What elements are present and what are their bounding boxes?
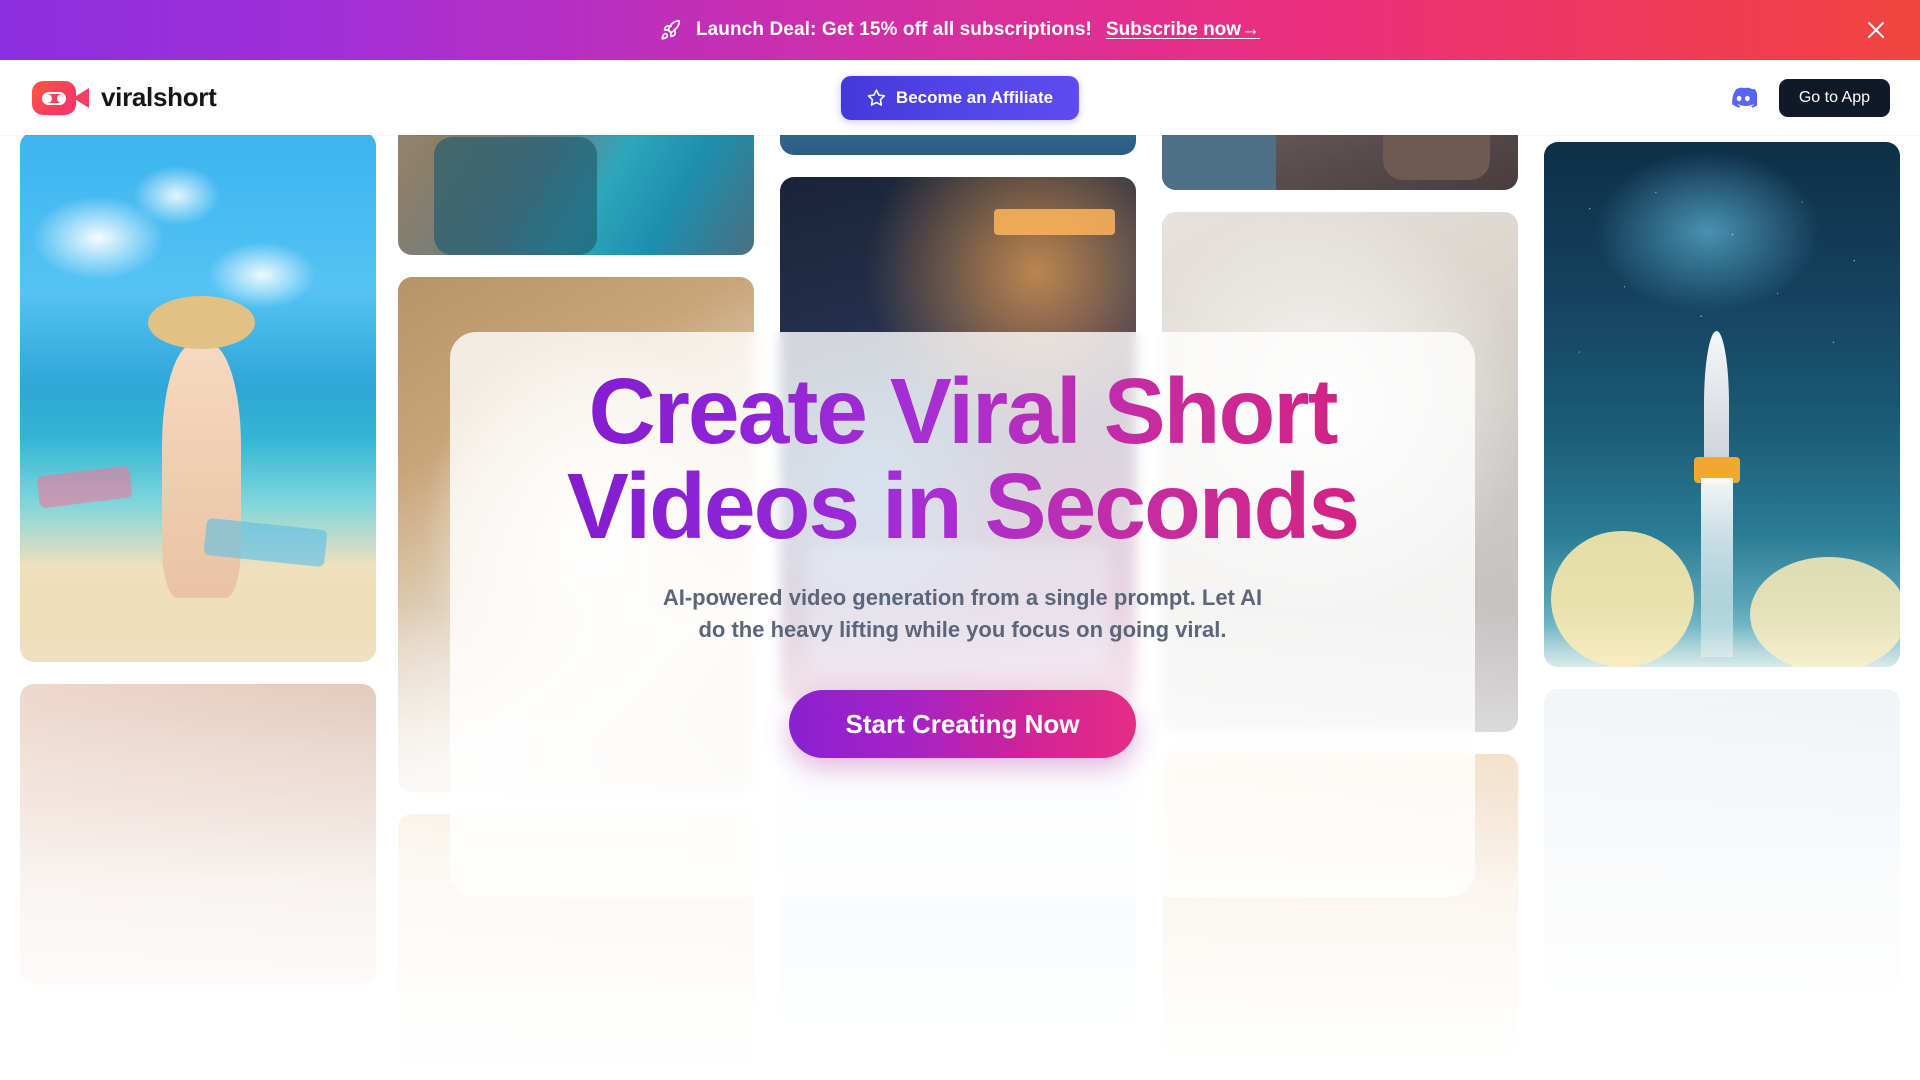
close-icon[interactable] <box>1862 16 1890 44</box>
go-to-app-button[interactable]: Go to App <box>1778 78 1890 117</box>
hero-subtitle: AI-powered video generation from a singl… <box>662 585 1263 642</box>
video-thumbnail-desert-scene[interactable] <box>20 684 376 984</box>
become-an-affiliate-button[interactable]: Become an Affiliate <box>840 75 1080 120</box>
start-creating-now-button[interactable]: Start Creating Now <box>789 690 1136 758</box>
hero-title-line-1: Create Viral Short <box>588 359 1337 463</box>
video-thumbnail-woman-in-white-veil[interactable] <box>1544 689 1900 989</box>
page-title: Create Viral Short Videos in Seconds <box>473 364 1453 554</box>
header-actions: Go to App <box>1727 78 1890 117</box>
video-thumbnail-beach-woman-illustration[interactable] <box>20 132 376 662</box>
banner-content: Launch Deal: Get 15% off all subscriptio… <box>660 19 1260 41</box>
site-header: viralshort Become an Affiliate Go to App <box>0 60 1920 135</box>
hero-title-line-2: Videos in Seconds <box>566 454 1359 558</box>
banner-text: Launch Deal: Get 15% off all subscriptio… <box>695 19 1092 40</box>
video-camera-icon <box>32 80 90 115</box>
affiliate-button-label: Become an Affiliate <box>895 87 1054 107</box>
star-icon <box>867 89 886 106</box>
discord-icon[interactable] <box>1727 83 1757 113</box>
logo-text: viralshort <box>101 82 217 112</box>
rocket-icon <box>661 19 681 40</box>
video-thumbnail-rocket-launch-starfield[interactable] <box>1544 142 1900 667</box>
subscribe-now-link[interactable]: Subscribe now→ <box>1106 19 1260 41</box>
grid-column <box>20 0 376 1006</box>
grid-column <box>1544 0 1900 1011</box>
hero-card: Create Viral Short Videos in Seconds AI-… <box>450 332 1475 897</box>
logo[interactable]: viralshort <box>32 80 217 115</box>
announcement-banner: Launch Deal: Get 15% off all subscriptio… <box>0 0 1920 60</box>
